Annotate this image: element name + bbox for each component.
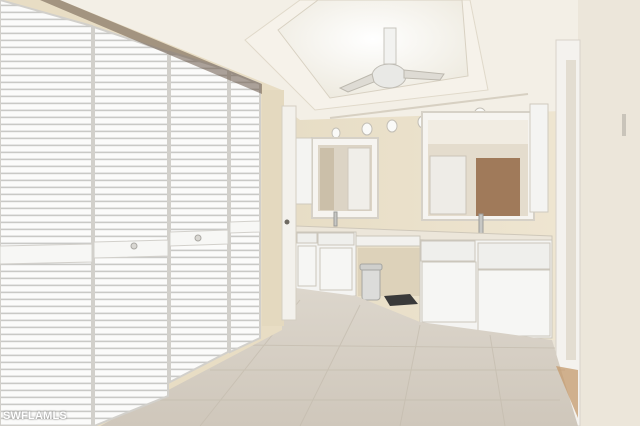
right-wall [578,0,640,426]
side-cabinet [295,137,313,205]
doorway-trim [281,105,297,321]
bathroom-photo: SWFLAMLS [0,0,640,426]
trash-can-icon [359,263,383,301]
mls-watermark: SWFLAMLS [3,410,67,422]
photo-drawing [0,0,640,426]
door-hook [622,114,626,136]
